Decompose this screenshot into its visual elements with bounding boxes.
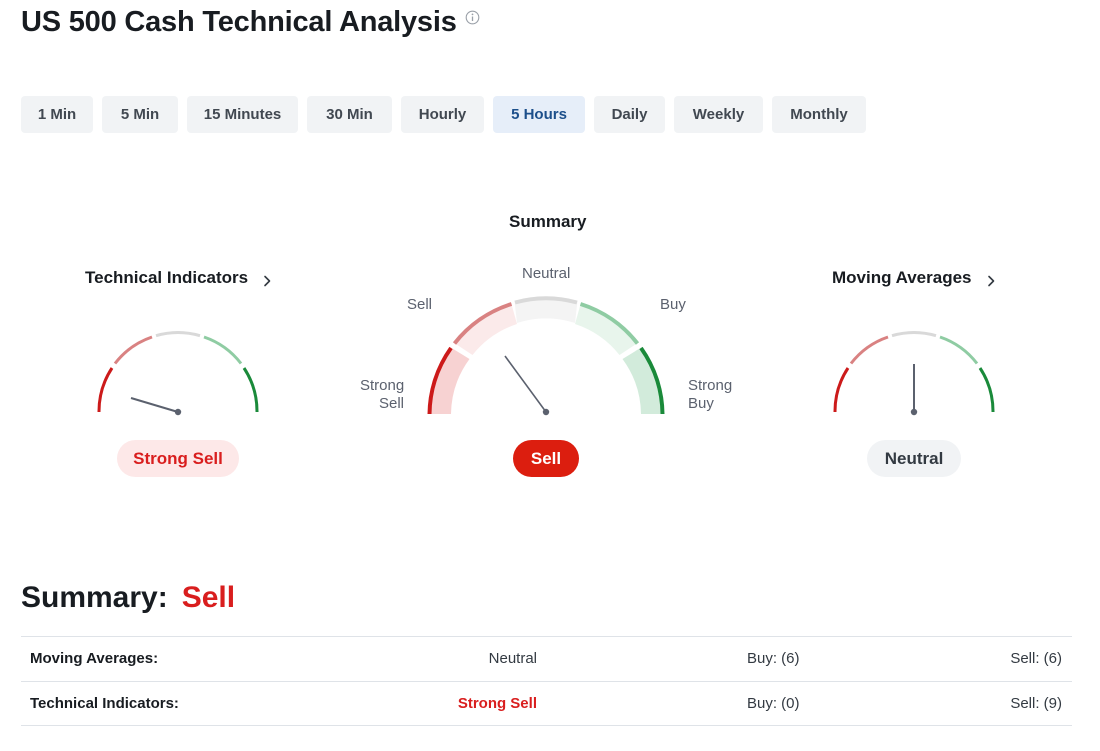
scale-label-strong-sell-line-1: Strong [360, 377, 405, 394]
table-row: Moving Averages: Neutral Buy: (6) Sell: … [21, 636, 1072, 681]
tab-weekly[interactable]: Weekly [674, 96, 763, 133]
scale-label-strong-sell: Strong Sell [360, 377, 404, 413]
gauge-segment-neutral [891, 331, 937, 338]
row-sell-count: Sell: (6) [1010, 650, 1062, 667]
page-title: US 500 Cash Technical Analysis [21, 6, 457, 38]
gauge-segment-strong-buy [242, 367, 259, 413]
gauge-segment-sell [849, 335, 889, 365]
gauge-pivot [174, 408, 182, 416]
moving-averages-title: Moving Averages [832, 268, 972, 287]
table-row: Technical Indicators: Strong Sell Buy: (… [21, 681, 1072, 726]
summary-gauge [427, 296, 665, 416]
row-sell-count: Sell: (9) [1010, 695, 1062, 712]
tab-15-minutes[interactable]: 15 Minutes [187, 96, 298, 133]
tab-hourly[interactable]: Hourly [401, 96, 484, 133]
scale-label-strong-sell-line-2: Sell [378, 395, 404, 412]
gauge-segment-strong-buy [978, 367, 995, 413]
info-circle-icon[interactable] [465, 10, 480, 25]
technical-indicators-heading[interactable]: Technical Indicators [85, 268, 272, 288]
tab-monthly[interactable]: Monthly [772, 96, 866, 133]
tab-5-min[interactable]: 5 Min [102, 96, 178, 133]
gauge-pivot [910, 408, 918, 416]
gauge-pivot [542, 408, 550, 416]
row-value: Strong Sell [457, 695, 537, 712]
gauge-band-buy [575, 302, 639, 355]
summary-line: Summary: Sell [21, 578, 235, 618]
scale-label-strong-buy: Strong Buy [688, 377, 732, 413]
gauge-band-sell [453, 302, 517, 355]
summary-verdict: Sell [181, 581, 236, 614]
scale-label-strong-buy-line-2: Buy [688, 395, 714, 412]
row-name: Moving Averages: [30, 650, 159, 667]
technical-indicators-title: Technical Indicators [85, 268, 249, 287]
gauge-segment-buy [939, 335, 979, 365]
chevron-right-icon [986, 272, 996, 287]
gauge-segment-buy [203, 335, 243, 365]
summary-table: Moving Averages: Neutral Buy: (6) Sell: … [21, 636, 1072, 726]
moving-averages-verdict: Neutral [867, 440, 961, 477]
row-value: Neutral [488, 650, 537, 667]
row-buy-count: Buy: (0) [747, 695, 800, 712]
gauge-segment-strong-sell [97, 367, 114, 413]
title-row: US 500 Cash Technical Analysis [21, 4, 480, 40]
row-buy-count: Buy: (6) [747, 650, 800, 667]
scale-label-strong-buy-line-1: Strong [688, 377, 733, 394]
summary-gauge-verdict: Sell [513, 440, 579, 477]
technical-indicators-gauge [97, 331, 259, 416]
gauge-segment-sell [113, 335, 153, 365]
moving-averages-gauge [833, 331, 995, 416]
tab-daily[interactable]: Daily [594, 96, 665, 133]
timeframe-tabs: 1 Min 5 Min 15 Minutes 30 Min Hourly 5 H… [21, 96, 875, 133]
gauge-needle [504, 355, 547, 413]
tab-1-min[interactable]: 1 Min [21, 96, 93, 133]
tab-30-min[interactable]: 30 Min [307, 96, 392, 133]
tab-5-hours[interactable]: 5 Hours [493, 96, 585, 133]
summary-label: Summary: [21, 581, 168, 614]
gauge-segment-strong-sell [833, 367, 850, 413]
technical-indicators-verdict: Strong Sell [117, 440, 239, 477]
summary-gauge-heading: Summary [509, 212, 586, 232]
row-name: Technical Indicators: [30, 695, 179, 712]
scale-label-neutral: Neutral [522, 265, 571, 282]
gauge-needle [130, 397, 179, 413]
chevron-right-icon [262, 272, 272, 287]
moving-averages-heading[interactable]: Moving Averages [832, 268, 996, 288]
summary-gauge-title: Summary [509, 212, 587, 231]
gauge-segment-neutral [155, 331, 201, 338]
